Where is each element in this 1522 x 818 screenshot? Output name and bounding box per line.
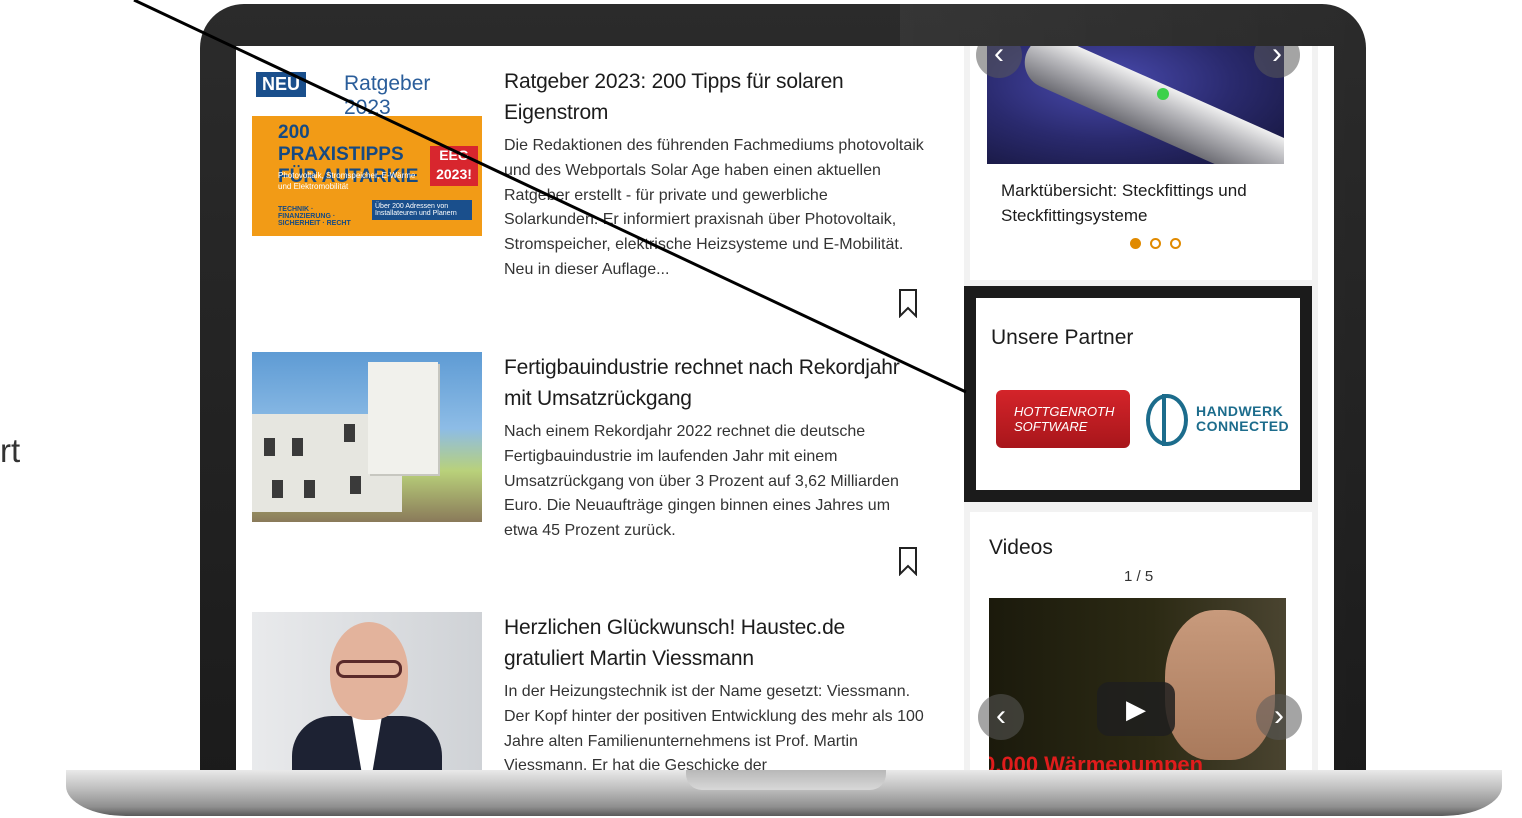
video-thumbnail[interactable]: ▶ 0.000 Wärmepumpen [989,598,1286,772]
article-viessmann[interactable]: Herzlichen Glückwunsch! Haustec.de gratu… [252,612,932,772]
play-icon[interactable]: ▶ [1097,682,1175,736]
slider-image[interactable] [987,46,1284,164]
chevron-left-icon[interactable]: ‹ [978,694,1024,740]
guide-topics: TECHNIK · FINANZIERUNG · SICHERHEIT · RE… [278,206,351,227]
partner-box: Unsere Partner HOTTGENROTH SOFTWARE HAND… [964,286,1312,502]
logo-text-line1: HANDWERK [1196,403,1284,419]
article-ratgeber[interactable]: NEU Ratgeber 2023 200 PRAXISTIPPS FÜR AU… [252,66,932,326]
videos-title: Videos [989,536,1053,559]
article-thumbnail-ratgeber[interactable]: NEU Ratgeber 2023 200 PRAXISTIPPS FÜR AU… [252,66,482,236]
partner-title: Unsere Partner [991,326,1134,349]
left-edge-text-fragment: rt [0,432,21,469]
video-overlay-text: 0.000 Wärmepumpen [989,752,1204,772]
article-title[interactable]: Ratgeber 2023: 200 Tipps für solaren Eig… [504,66,924,128]
guide-year-label: Ratgeber 2023 [344,72,431,119]
article-teaser: Nach einem Rekordjahr 2022 rechnet die d… [504,423,899,540]
guide-addresses: Über 200 Adressen von Installateuren und… [372,200,472,220]
slider-dot-1[interactable] [1130,238,1141,249]
product-slider-card: ‹ › Marktübersicht: Steckfittings und St… [970,46,1312,280]
slider-dot-3[interactable] [1170,238,1181,249]
article-title[interactable]: Fertigbauindustrie rechnet nach Rekordja… [504,352,924,414]
laptop-base-notch [686,770,886,790]
logo-text-line2: CONNECTED [1196,418,1290,434]
hottgenroth-logo[interactable]: HOTTGENROTH SOFTWARE [996,390,1130,448]
bookmark-icon[interactable] [898,546,918,577]
slider-dots [1130,238,1181,249]
video-counter: 1 / 5 [1124,568,1154,585]
eeg-badge: EEG 2023! [430,146,478,186]
article-thumbnail-portrait[interactable] [252,612,482,772]
article-title[interactable]: Herzlichen Glückwunsch! Haustec.de gratu… [504,612,924,674]
article-teaser: In der Heizungstechnik ist der Name gese… [504,683,924,772]
laptop-screen: NEU Ratgeber 2023 200 PRAXISTIPPS FÜR AU… [236,46,1334,772]
slider-dot-2[interactable] [1150,238,1161,249]
article-thumbnail-house[interactable] [252,352,482,522]
sidebar: ‹ › Marktübersicht: Steckfittings und St… [964,46,1318,772]
slider-caption[interactable]: Marktübersicht: Steckfittings und Steckf… [1001,178,1291,228]
article-teaser: Die Redaktionen des führenden Fachmedium… [504,137,924,278]
chevron-right-icon[interactable]: › [1256,694,1302,740]
guide-subtitle: Photovoltaik, Stromspeicher, E-Wärme und… [278,171,416,191]
article-fertigbau[interactable]: Fertigbauindustrie rechnet nach Rekordja… [252,352,932,582]
handwerk-connected-logo[interactable]: HANDWERK CONNECTED [1146,392,1306,448]
bookmark-icon[interactable] [898,288,918,319]
new-badge: NEU [256,72,307,97]
